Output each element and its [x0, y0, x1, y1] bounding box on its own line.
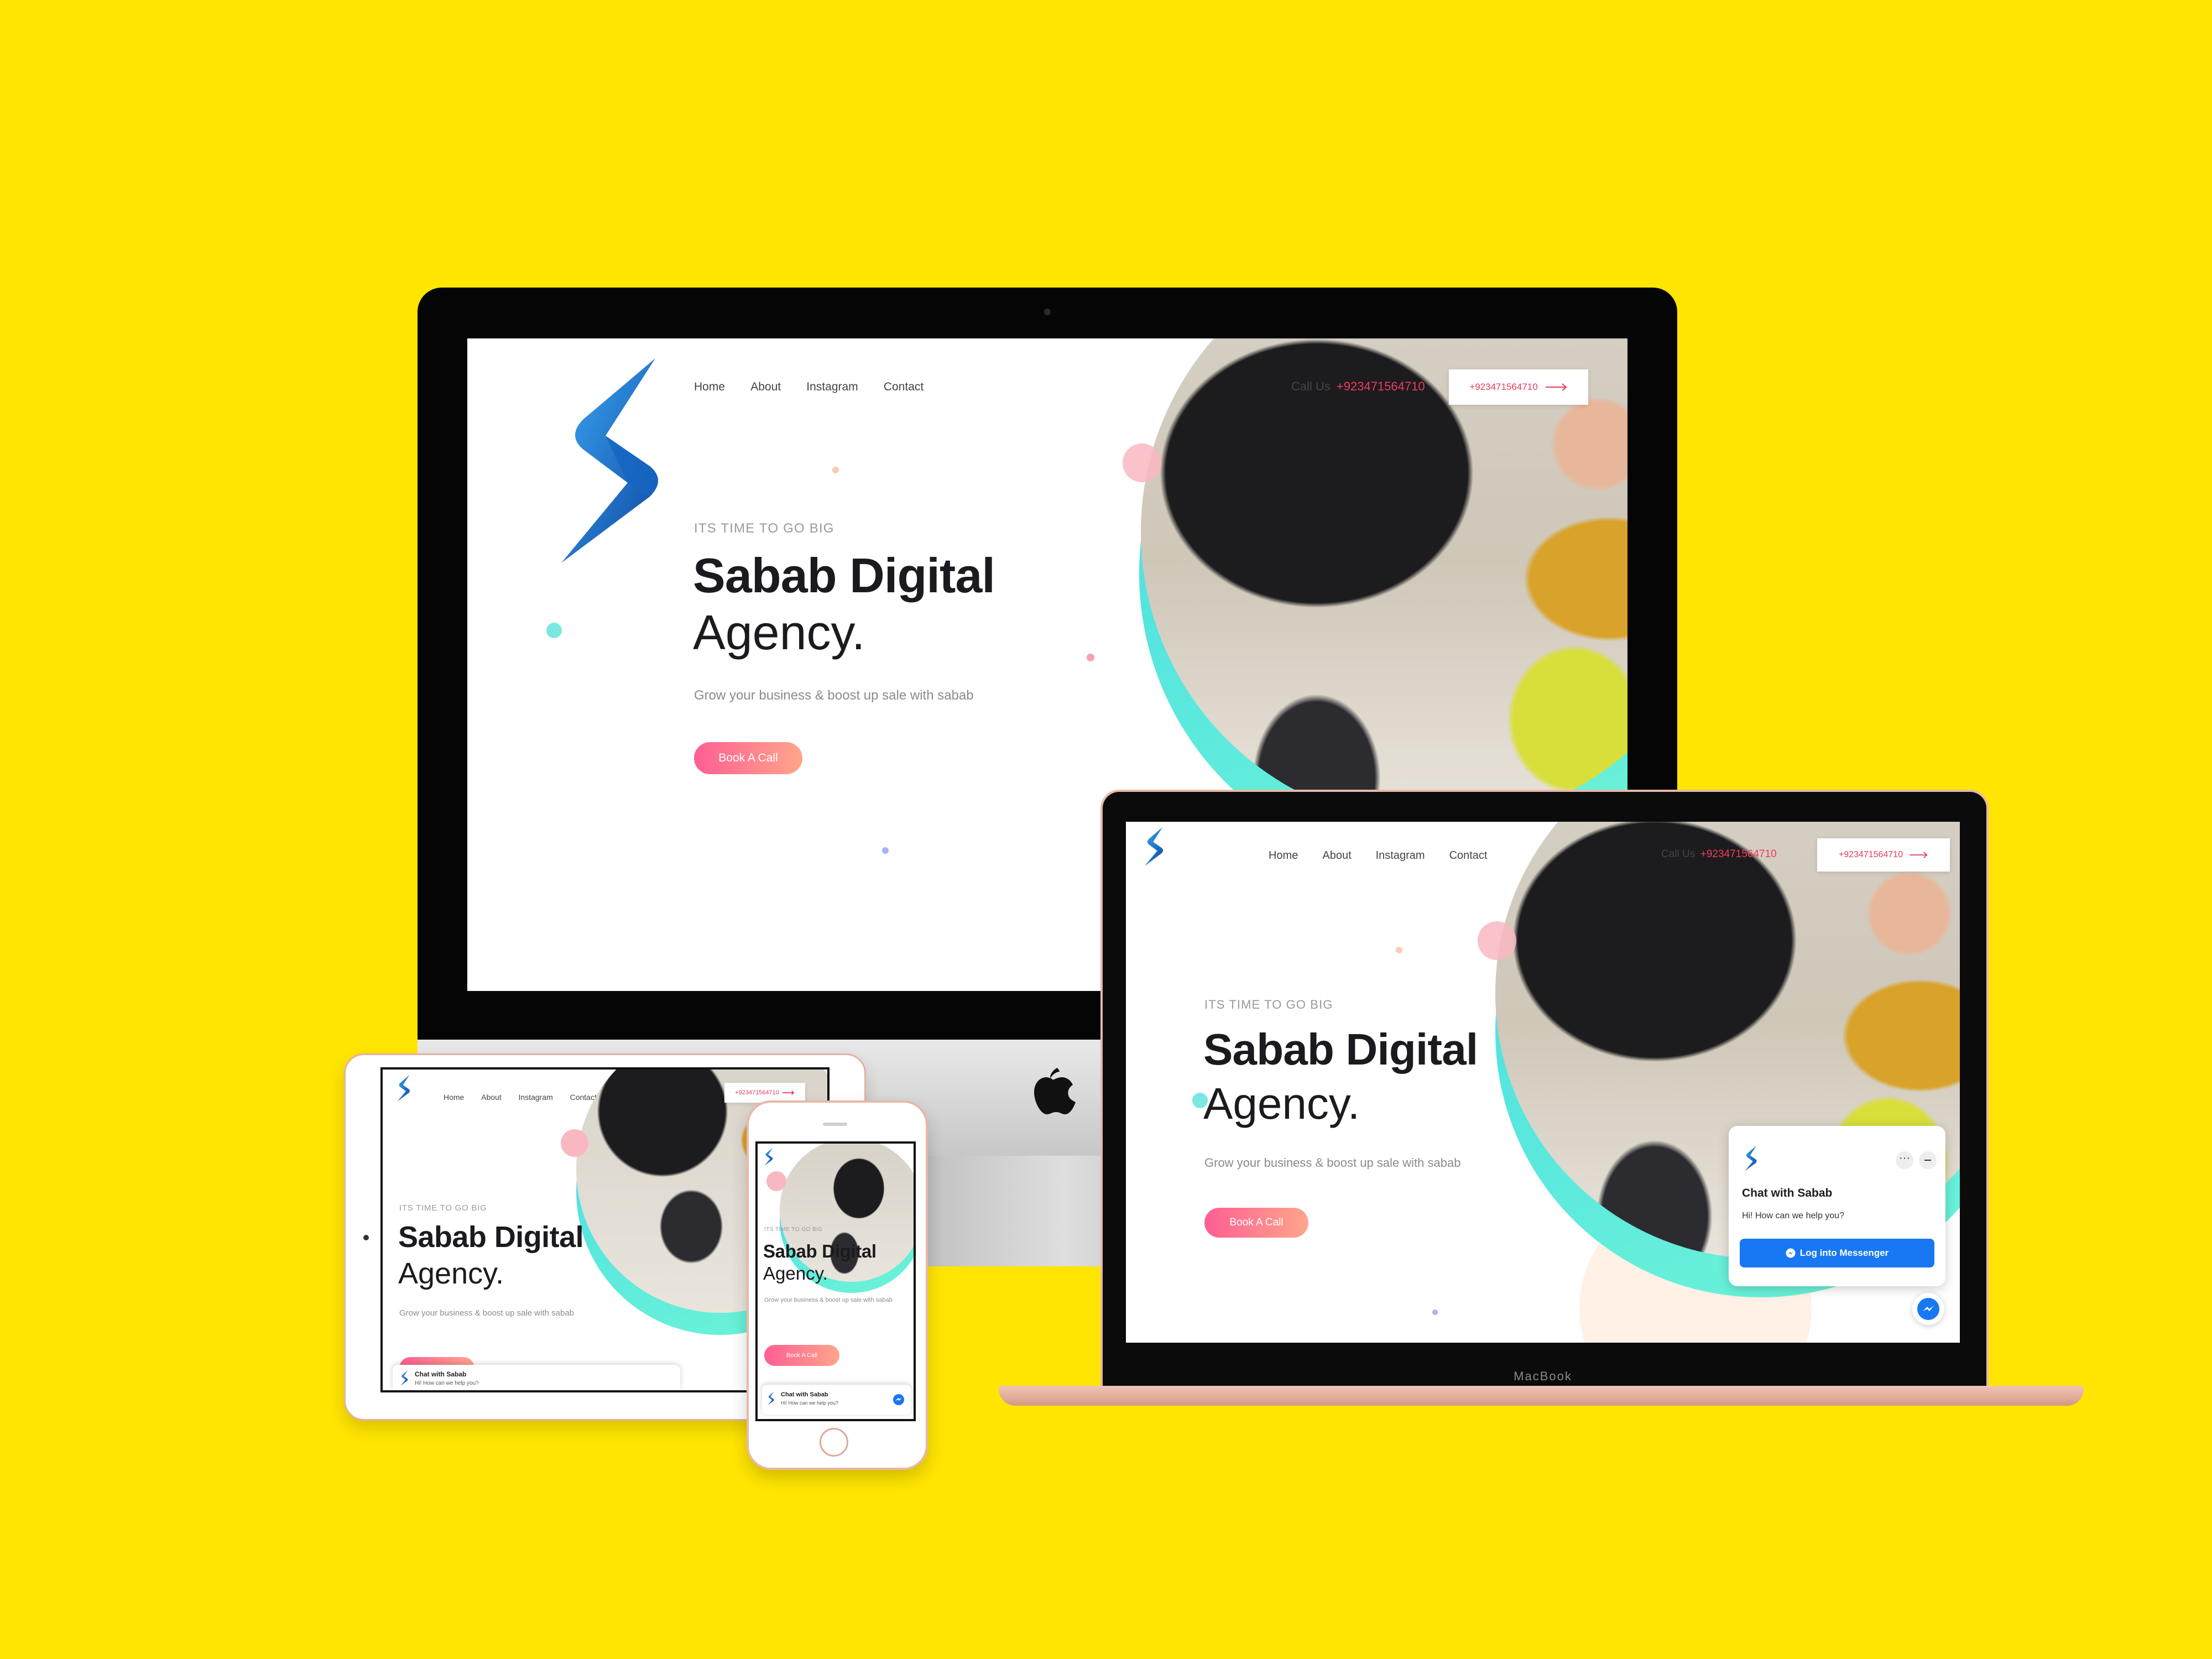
nav-home[interactable]: Home [1269, 849, 1298, 862]
deco-dot [1396, 947, 1402, 953]
main-nav: Home About Instagram Contact [444, 1093, 614, 1102]
lightning-bolt-logo[interactable] [397, 1075, 410, 1102]
lightning-bolt-logo [400, 1370, 408, 1386]
chat-title: Chat with Sabab [1742, 1187, 1833, 1199]
arrow-right-icon [1545, 383, 1567, 391]
nav-about[interactable]: About [481, 1093, 502, 1102]
imac-camera [1044, 309, 1051, 315]
deco-dot [1432, 1310, 1438, 1315]
deco-circle [561, 1129, 588, 1157]
phone-button-label: +923471564710 [1838, 850, 1903, 859]
hero-subtitle: Grow your business & boost up sale with … [694, 688, 974, 703]
messenger-icon [1917, 1298, 1939, 1320]
mockup-scene: { "site": { "nav": ["Home", "About", "In… [0, 0, 2212, 1659]
nav-contact[interactable]: Contact [1449, 849, 1488, 862]
nav-about[interactable]: About [750, 380, 781, 394]
main-nav: Home About Instagram Contact [694, 380, 949, 394]
arrow-right-icon [1910, 852, 1928, 858]
hero-eyebrow: ITS TIME TO GO BIG [399, 1203, 487, 1213]
apple-logo-icon [1023, 1062, 1076, 1124]
nav-home[interactable]: Home [444, 1093, 464, 1102]
nav-instagram[interactable]: Instagram [806, 380, 858, 394]
phone-button[interactable]: +923471564710 [1817, 838, 1950, 872]
nav-about[interactable]: About [1322, 849, 1351, 862]
macbook-label: MacBook [1514, 1369, 1572, 1383]
iphone-speaker [823, 1123, 847, 1126]
nav-contact[interactable]: Contact [884, 380, 924, 394]
nav-instagram[interactable]: Instagram [1376, 849, 1425, 862]
chat-message: Hi! How can we help you? [781, 1400, 839, 1406]
chat-title: Chat with Sabab [415, 1370, 467, 1378]
chat-message: Hi! How can we help you? [1742, 1211, 1844, 1220]
hero-title-light: Agency. [693, 605, 865, 660]
phone-button[interactable]: +923471564710 [1449, 369, 1588, 405]
book-call-button[interactable]: Book A Call [694, 742, 802, 774]
log-into-messenger-button[interactable]: Log into Messenger [1740, 1239, 1934, 1267]
hero-subtitle: Grow your business & boost up sale with … [1204, 1156, 1461, 1170]
log-into-messenger-label: Log into Messenger [1799, 1248, 1889, 1258]
deco-circle [766, 1171, 786, 1191]
call-us-label: Call Us [1291, 379, 1331, 393]
hero-eyebrow: ITS TIME TO GO BIG [764, 1227, 823, 1233]
iphone-home-button[interactable] [820, 1428, 848, 1457]
messenger-icon[interactable] [893, 1394, 905, 1406]
nav-home[interactable]: Home [694, 380, 725, 394]
chat-widget: ··· Chat with Sabab Hi! How can we help … [1729, 1126, 1945, 1286]
call-us-phone[interactable]: +923471564710 [1337, 379, 1425, 393]
nav-instagram[interactable]: Instagram [519, 1093, 553, 1102]
lightning-bolt-logo[interactable] [764, 1148, 773, 1166]
chat-widget: Chat with Sabab Hi! How can we help you? [393, 1365, 680, 1390]
deco-dot [832, 467, 839, 473]
hero-eyebrow: ITS TIME TO GO BIG [694, 521, 834, 536]
hero-title-light: Agency. [1203, 1079, 1360, 1128]
iphone-screen: ITS TIME TO GO BIG Sabab Digital Agency.… [755, 1141, 916, 1421]
arrow-right-icon [782, 1091, 795, 1095]
macbook-base [999, 1386, 2084, 1406]
messenger-icon [1786, 1248, 1796, 1258]
call-us: Call Us +923471564710 [1291, 379, 1425, 394]
macbook-screen: Home About Instagram Contact ITS TIME TO… [1126, 822, 1960, 1343]
chat-widget: Chat with Sabab Hi! How can we help you? [762, 1385, 911, 1415]
ipad-camera [363, 1235, 369, 1240]
hero-title-bold: Sabab Digital [398, 1220, 584, 1254]
hero-title-light: Agency. [763, 1263, 828, 1284]
call-us: Call Us +923471564710 [1661, 848, 1777, 860]
deco-dot [1087, 654, 1094, 661]
phone-button[interactable]: +923471564710 [724, 1083, 805, 1103]
messenger-fab[interactable] [1912, 1293, 1944, 1325]
hero-subtitle: Grow your business & boost up sale with … [399, 1308, 575, 1318]
nav-contact[interactable]: Contact [570, 1093, 597, 1102]
call-us-label: Call Us [1661, 848, 1695, 860]
lightning-bolt-logo[interactable] [561, 358, 661, 563]
deco-circle [1478, 921, 1516, 960]
lightning-bolt-logo[interactable] [1145, 827, 1164, 866]
hero-title-bold: Sabab Digital [693, 548, 995, 603]
deco-dot [1192, 1093, 1208, 1108]
hero-eyebrow: ITS TIME TO GO BIG [1204, 998, 1333, 1011]
lightning-bolt-logo [1744, 1146, 1757, 1171]
lightning-bolt-logo [768, 1391, 774, 1406]
chat-minimize-icon[interactable] [1919, 1151, 1937, 1169]
deco-dot [882, 847, 889, 854]
chat-title: Chat with Sabab [781, 1391, 828, 1398]
hero-title-light: Agency. [398, 1257, 504, 1290]
deco-circle [1123, 444, 1161, 482]
phone-button-label: +923471564710 [735, 1089, 779, 1096]
chat-message: Hi! How can we help you? [415, 1380, 479, 1386]
hero-title-bold: Sabab Digital [763, 1241, 877, 1261]
book-call-button[interactable]: Book A Call [1204, 1208, 1308, 1238]
phone-button-label: +923471564710 [1469, 382, 1538, 392]
hero-subtitle: Grow your business & boost up sale with … [764, 1297, 893, 1303]
main-nav: Home About Instagram Contact [1269, 849, 1512, 862]
deco-dot [546, 623, 562, 638]
chat-more-icon[interactable]: ··· [1896, 1151, 1913, 1169]
hero-title-bold: Sabab Digital [1203, 1025, 1478, 1074]
call-us-phone[interactable]: +923471564710 [1700, 848, 1777, 860]
book-call-button[interactable]: Book A Call [764, 1345, 839, 1366]
